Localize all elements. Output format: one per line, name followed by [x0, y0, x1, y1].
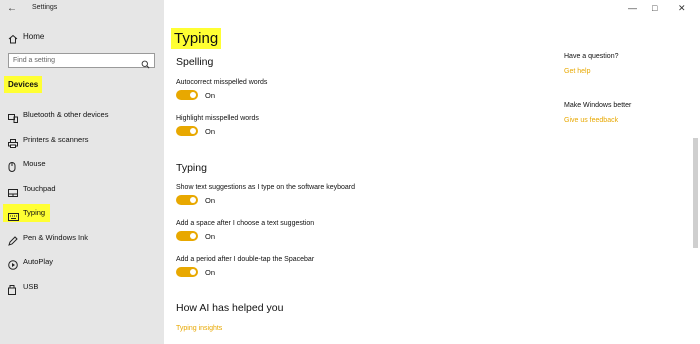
- usb-icon: [8, 282, 16, 300]
- sidebar-item-label: Bluetooth & other devices: [23, 110, 109, 119]
- add-period-setting: Add a period after I double-tap the Spac…: [176, 256, 315, 277]
- home-nav-item[interactable]: Home: [0, 28, 164, 46]
- bluetooth-devices-icon: [8, 110, 18, 128]
- title-bar: ← Settings: [0, 0, 164, 18]
- touchpad-icon: [8, 184, 18, 202]
- spelling-heading: Spelling: [176, 56, 214, 68]
- scrollbar[interactable]: [693, 18, 698, 334]
- sidebar-item-usb[interactable]: USB: [0, 278, 164, 296]
- sidebar-item-autoplay[interactable]: AutoPlay: [0, 253, 164, 271]
- sidebar-item-label: AutoPlay: [23, 257, 54, 266]
- close-button[interactable]: ✕: [678, 3, 686, 14]
- get-help-link[interactable]: Get help: [564, 68, 590, 75]
- window-controls: — □ ✕: [620, 0, 700, 18]
- sidebar-item-label: Pen & Windows Ink: [23, 233, 89, 242]
- search-placeholder: Find a setting: [13, 57, 56, 64]
- back-button[interactable]: ←: [7, 3, 17, 14]
- sidebar-item-typing[interactable]: Typing: [0, 204, 164, 222]
- toggle-knob: [190, 269, 196, 275]
- setting-label: Autocorrect misspelled words: [176, 79, 268, 86]
- setting-label: Show text suggestions as I type on the s…: [176, 184, 355, 191]
- highlight-setting: Highlight misspelled words On: [176, 115, 259, 136]
- autocorrect-toggle[interactable]: [176, 90, 198, 100]
- typing-heading: Typing: [176, 162, 207, 174]
- toggle-knob: [190, 92, 196, 98]
- section-heading-devices: Devices: [4, 76, 43, 93]
- autoplay-icon: [8, 257, 18, 275]
- sidebar-item-pen[interactable]: Pen & Windows Ink: [0, 229, 164, 247]
- main-content: — □ ✕ Typing Spelling Autocorrect misspe…: [164, 0, 700, 344]
- setting-label: Highlight misspelled words: [176, 115, 259, 122]
- autocorrect-setting: Autocorrect misspelled words On: [176, 79, 268, 100]
- text-suggestions-setting: Show text suggestions as I type on the s…: [176, 184, 355, 205]
- toggle-knob: [190, 197, 196, 203]
- sidebar-item-bluetooth[interactable]: Bluetooth & other devices: [0, 106, 164, 124]
- feedback-link[interactable]: Give us feedback: [564, 117, 618, 124]
- mouse-icon: [8, 159, 16, 177]
- sidebar: ← Settings Home Find a setting Devices B…: [0, 0, 164, 344]
- maximize-button[interactable]: □: [652, 3, 657, 13]
- toggle-state: On: [205, 91, 216, 100]
- toggle-state: On: [205, 127, 216, 136]
- sidebar-item-label: Typing: [23, 208, 46, 217]
- sidebar-item-label: USB: [23, 282, 39, 291]
- printer-icon: [8, 135, 18, 153]
- text-suggestions-toggle[interactable]: [176, 195, 198, 205]
- home-icon: [8, 31, 18, 49]
- toggle-knob: [190, 233, 196, 239]
- minimize-button[interactable]: —: [628, 3, 637, 13]
- toggle-state: On: [205, 232, 216, 241]
- sidebar-item-mouse[interactable]: Mouse: [0, 155, 164, 173]
- pen-icon: [8, 233, 18, 251]
- sidebar-item-printers[interactable]: Printers & scanners: [0, 131, 164, 149]
- add-space-toggle[interactable]: [176, 231, 198, 241]
- keyboard-icon: [8, 208, 19, 226]
- ai-heading: How AI has helped you: [176, 302, 284, 314]
- sidebar-item-touchpad[interactable]: Touchpad: [0, 180, 164, 198]
- page-title: Typing: [171, 28, 222, 49]
- setting-label: Add a space after I choose a text sugges…: [176, 220, 315, 227]
- scrollbar-thumb[interactable]: [693, 138, 698, 248]
- highlight-toggle[interactable]: [176, 126, 198, 136]
- make-windows-better-heading: Make Windows better: [564, 102, 632, 109]
- sidebar-item-label: Touchpad: [23, 184, 56, 193]
- question-heading: Have a question?: [564, 53, 619, 60]
- typing-insights-link[interactable]: Typing insights: [176, 325, 222, 332]
- toggle-knob: [190, 128, 196, 134]
- toggle-state: On: [205, 268, 216, 277]
- add-space-setting: Add a space after I choose a text sugges…: [176, 220, 315, 241]
- toggle-state: On: [205, 196, 216, 205]
- add-period-toggle[interactable]: [176, 267, 198, 277]
- sidebar-item-label: Mouse: [23, 159, 46, 168]
- search-icon[interactable]: [141, 56, 150, 74]
- search-input[interactable]: Find a setting: [8, 53, 155, 69]
- app-title: Settings: [32, 4, 58, 11]
- sidebar-item-label: Printers & scanners: [23, 135, 89, 144]
- setting-label: Add a period after I double-tap the Spac…: [176, 256, 315, 263]
- home-label: Home: [23, 32, 45, 41]
